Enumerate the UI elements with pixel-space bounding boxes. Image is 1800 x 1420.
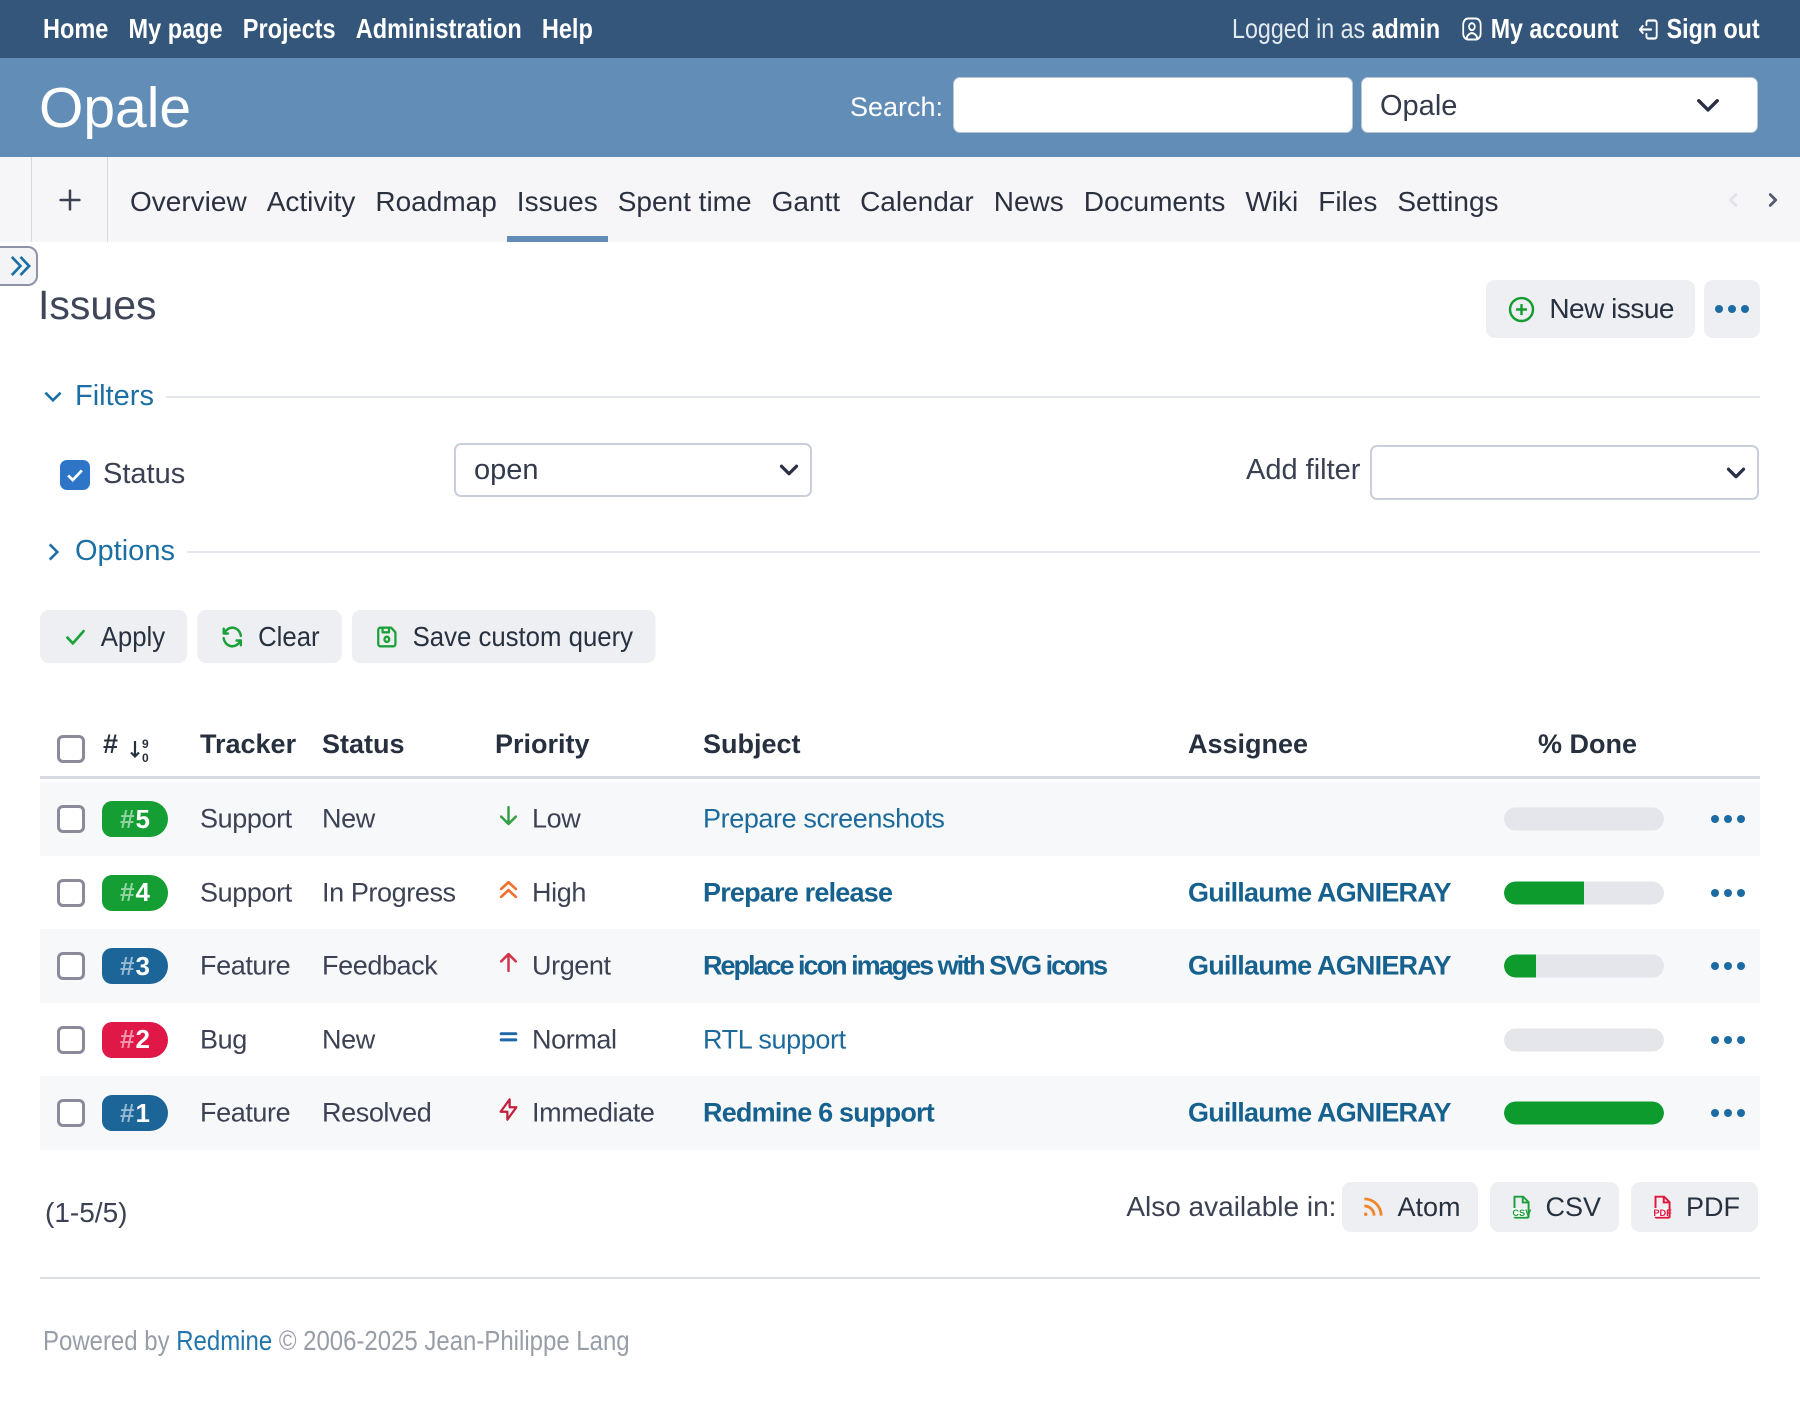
svg-text:9: 9: [142, 737, 149, 751]
svg-text:CSV: CSV: [1513, 1208, 1533, 1218]
svg-text:PDF: PDF: [1653, 1208, 1672, 1218]
svg-text:0: 0: [142, 751, 149, 764]
